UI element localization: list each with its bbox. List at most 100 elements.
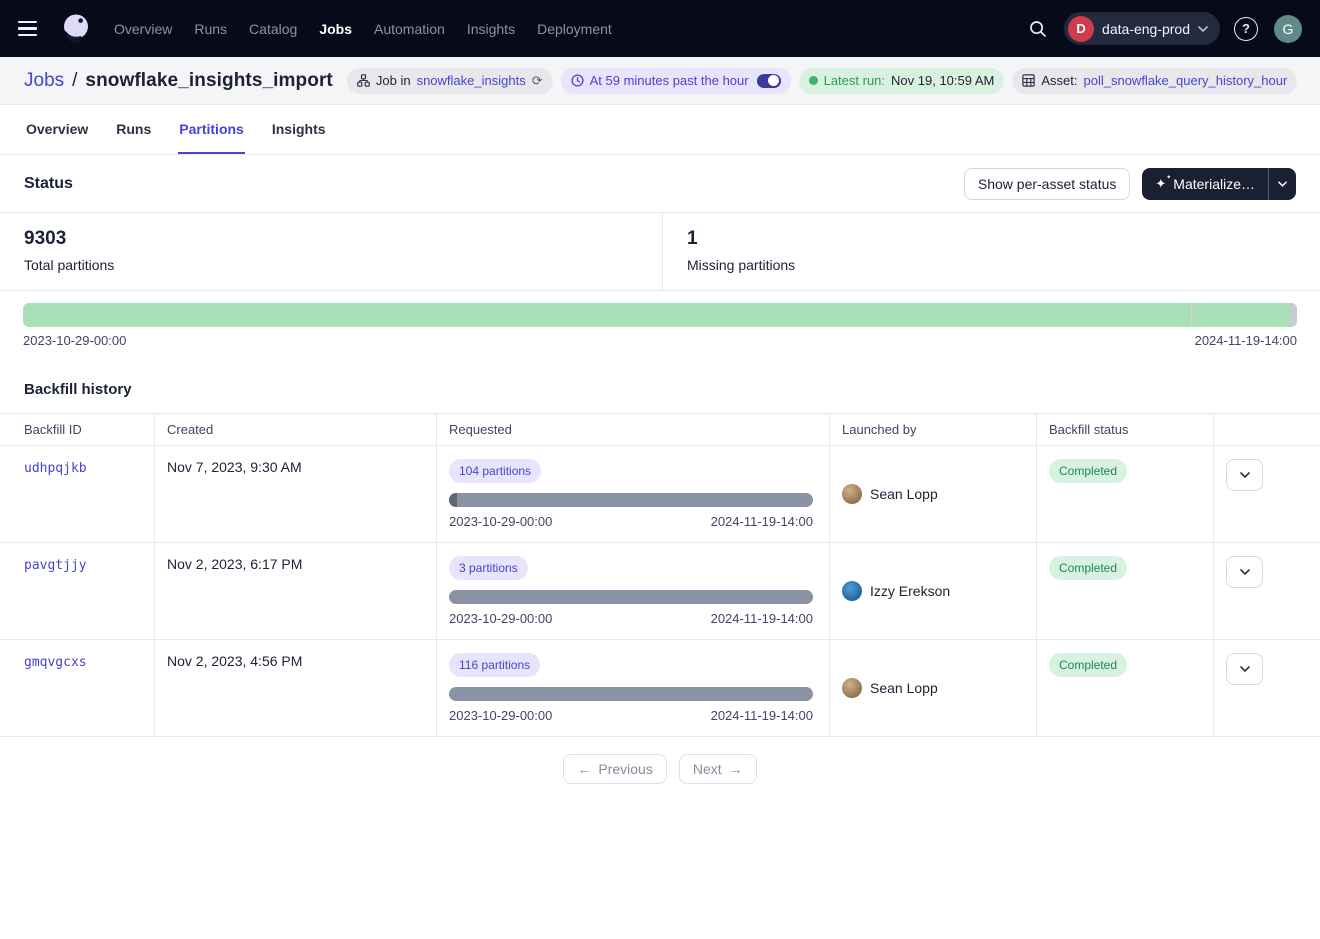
status-badge: Completed bbox=[1049, 556, 1127, 580]
requested-range-labels: 2023-10-29-00:00 2024-11-19-14:00 bbox=[449, 514, 813, 529]
partition-stats: 9303 Total partitions 1 Missing partitio… bbox=[0, 212, 1320, 291]
previous-page-button[interactable]: ← Previous bbox=[563, 754, 666, 784]
status-badge: Completed bbox=[1049, 459, 1127, 483]
deployment-name: data-eng-prod bbox=[1102, 21, 1190, 37]
avatar bbox=[842, 484, 862, 504]
materialize-dropdown-button[interactable] bbox=[1268, 168, 1296, 200]
stat-total-partitions: 9303 Total partitions bbox=[0, 213, 663, 290]
previous-label: Previous bbox=[598, 761, 652, 777]
refresh-icon[interactable]: ⟳ bbox=[532, 74, 543, 87]
status-section-title: Status bbox=[24, 175, 964, 193]
column-header-launched-by: Launched by bbox=[830, 414, 1037, 445]
job-badges: Job in snowflake_insights ⟳ At 59 minute… bbox=[347, 68, 1297, 94]
requested-range-bar[interactable] bbox=[449, 590, 813, 604]
requested-range-bar[interactable] bbox=[449, 493, 813, 507]
breadcrumb-jobs-link[interactable]: Jobs bbox=[24, 70, 64, 92]
tab-runs[interactable]: Runs bbox=[115, 105, 152, 154]
breadcrumb-separator: / bbox=[72, 70, 77, 92]
table-header-row: Backfill ID Created Requested Launched b… bbox=[0, 413, 1320, 446]
backfill-id-link[interactable]: udhpqjkb bbox=[24, 461, 87, 476]
latest-run-value: Nov 19, 10:59 AM bbox=[891, 73, 994, 88]
backfill-id-link[interactable]: pavgtjjy bbox=[24, 558, 87, 573]
hamburger-menu-icon[interactable] bbox=[18, 14, 48, 44]
requested-partitions-badge: 116 partitions bbox=[449, 653, 540, 677]
nav-item-runs[interactable]: Runs bbox=[194, 21, 227, 37]
next-page-button[interactable]: Next → bbox=[679, 754, 757, 784]
help-icon: ? bbox=[1242, 21, 1250, 36]
run-status-dot bbox=[809, 76, 818, 85]
nav-item-jobs[interactable]: Jobs bbox=[319, 21, 352, 37]
partition-status-bar[interactable] bbox=[23, 303, 1297, 327]
job-location-badge: Job in snowflake_insights ⟳ bbox=[347, 68, 553, 94]
row-actions-button[interactable] bbox=[1226, 556, 1263, 588]
requested-partitions-badge: 104 partitions bbox=[449, 459, 541, 483]
row-actions-button[interactable] bbox=[1226, 459, 1263, 491]
deployment-switcher[interactable]: D data-eng-prod bbox=[1064, 12, 1220, 45]
nav-item-deployment[interactable]: Deployment bbox=[537, 21, 612, 37]
tab-partitions[interactable]: Partitions bbox=[178, 105, 245, 154]
total-partitions-value: 9303 bbox=[24, 228, 638, 250]
requested-range-labels: 2023-10-29-00:00 2024-11-19-14:00 bbox=[449, 708, 813, 723]
backfill-id-link[interactable]: gmqvgcxs bbox=[24, 655, 87, 670]
launched-by-name: Sean Lopp bbox=[870, 486, 938, 502]
range-end-label: 2024-11-19-14:00 bbox=[711, 611, 813, 626]
nav-item-insights[interactable]: Insights bbox=[467, 21, 515, 37]
schedule-toggle[interactable] bbox=[757, 74, 781, 88]
schedule-label: At 59 minutes past the hour bbox=[590, 73, 749, 88]
table-row: udhpqjkb Nov 7, 2023, 9:30 AM 104 partit… bbox=[0, 446, 1320, 543]
created-timestamp: Nov 2, 2023, 4:56 PM bbox=[167, 653, 302, 669]
clock-icon bbox=[571, 74, 584, 87]
status-badge: Completed bbox=[1049, 653, 1127, 677]
schedule-badge: At 59 minutes past the hour bbox=[561, 68, 791, 94]
launched-by-name: Izzy Erekson bbox=[870, 583, 950, 599]
table-row: gmqvgcxs Nov 2, 2023, 4:56 PM 116 partit… bbox=[0, 640, 1320, 737]
chevron-down-icon bbox=[1240, 569, 1250, 575]
column-header-requested: Requested bbox=[437, 414, 830, 445]
asset-link[interactable]: poll_snowflake_query_history_hour bbox=[1084, 73, 1288, 88]
next-label: Next bbox=[693, 761, 722, 777]
avatar bbox=[842, 678, 862, 698]
column-header-created: Created bbox=[155, 414, 437, 445]
backfill-history-title: Backfill history bbox=[0, 348, 1320, 413]
deployment-initial-badge: D bbox=[1068, 16, 1094, 42]
help-button[interactable]: ? bbox=[1234, 17, 1258, 41]
column-header-backfill-id: Backfill ID bbox=[0, 414, 155, 445]
nav-item-catalog[interactable]: Catalog bbox=[249, 21, 297, 37]
timeline-labels: 2023-10-29-00:00 2024-11-19-14:00 bbox=[23, 333, 1297, 348]
show-per-asset-status-button[interactable]: Show per-asset status bbox=[964, 168, 1131, 200]
arrow-right-icon: → bbox=[729, 761, 743, 777]
missing-partitions-value: 1 bbox=[687, 228, 795, 250]
asset-label: Asset: bbox=[1041, 73, 1077, 88]
chevron-down-icon bbox=[1278, 181, 1287, 187]
table-row: pavgtjjy Nov 2, 2023, 6:17 PM 3 partitio… bbox=[0, 543, 1320, 640]
timeline-end-label: 2024-11-19-14:00 bbox=[1195, 333, 1297, 348]
materialize-split-button: ✦ Materialize… bbox=[1142, 168, 1296, 200]
range-start-label: 2023-10-29-00:00 bbox=[449, 514, 552, 529]
user-avatar[interactable]: G bbox=[1274, 15, 1302, 43]
row-actions-button[interactable] bbox=[1226, 653, 1263, 685]
backfill-history-table: Backfill ID Created Requested Launched b… bbox=[0, 413, 1320, 737]
nav-item-overview[interactable]: Overview bbox=[114, 21, 172, 37]
pagination: ← Previous Next → bbox=[0, 737, 1320, 801]
tab-insights[interactable]: Insights bbox=[271, 105, 327, 154]
search-button[interactable] bbox=[1028, 19, 1048, 39]
asset-table-icon bbox=[1022, 74, 1035, 87]
range-start-label: 2023-10-29-00:00 bbox=[449, 611, 552, 626]
dagster-logo[interactable] bbox=[58, 11, 94, 47]
main-nav: Overview Runs Catalog Jobs Automation In… bbox=[114, 21, 612, 37]
job-in-label: Job in bbox=[376, 73, 411, 88]
timeline-start-label: 2023-10-29-00:00 bbox=[23, 333, 126, 348]
code-location-link[interactable]: snowflake_insights bbox=[417, 73, 526, 88]
materialize-label: Materialize… bbox=[1173, 176, 1255, 192]
materialize-button[interactable]: ✦ Materialize… bbox=[1142, 168, 1268, 200]
nav-item-automation[interactable]: Automation bbox=[374, 21, 445, 37]
tab-overview[interactable]: Overview bbox=[25, 105, 89, 154]
range-start-label: 2023-10-29-00:00 bbox=[449, 708, 552, 723]
requested-range-labels: 2023-10-29-00:00 2024-11-19-14:00 bbox=[449, 611, 813, 626]
partition-boundary-marker bbox=[1191, 303, 1192, 327]
dagster-octopus-icon bbox=[58, 11, 94, 47]
stat-missing-partitions: 1 Missing partitions bbox=[663, 213, 819, 290]
requested-range-bar[interactable] bbox=[449, 687, 813, 701]
created-timestamp: Nov 7, 2023, 9:30 AM bbox=[167, 459, 302, 475]
breadcrumb-bar: Jobs / snowflake_insights_import Job in … bbox=[0, 57, 1320, 105]
